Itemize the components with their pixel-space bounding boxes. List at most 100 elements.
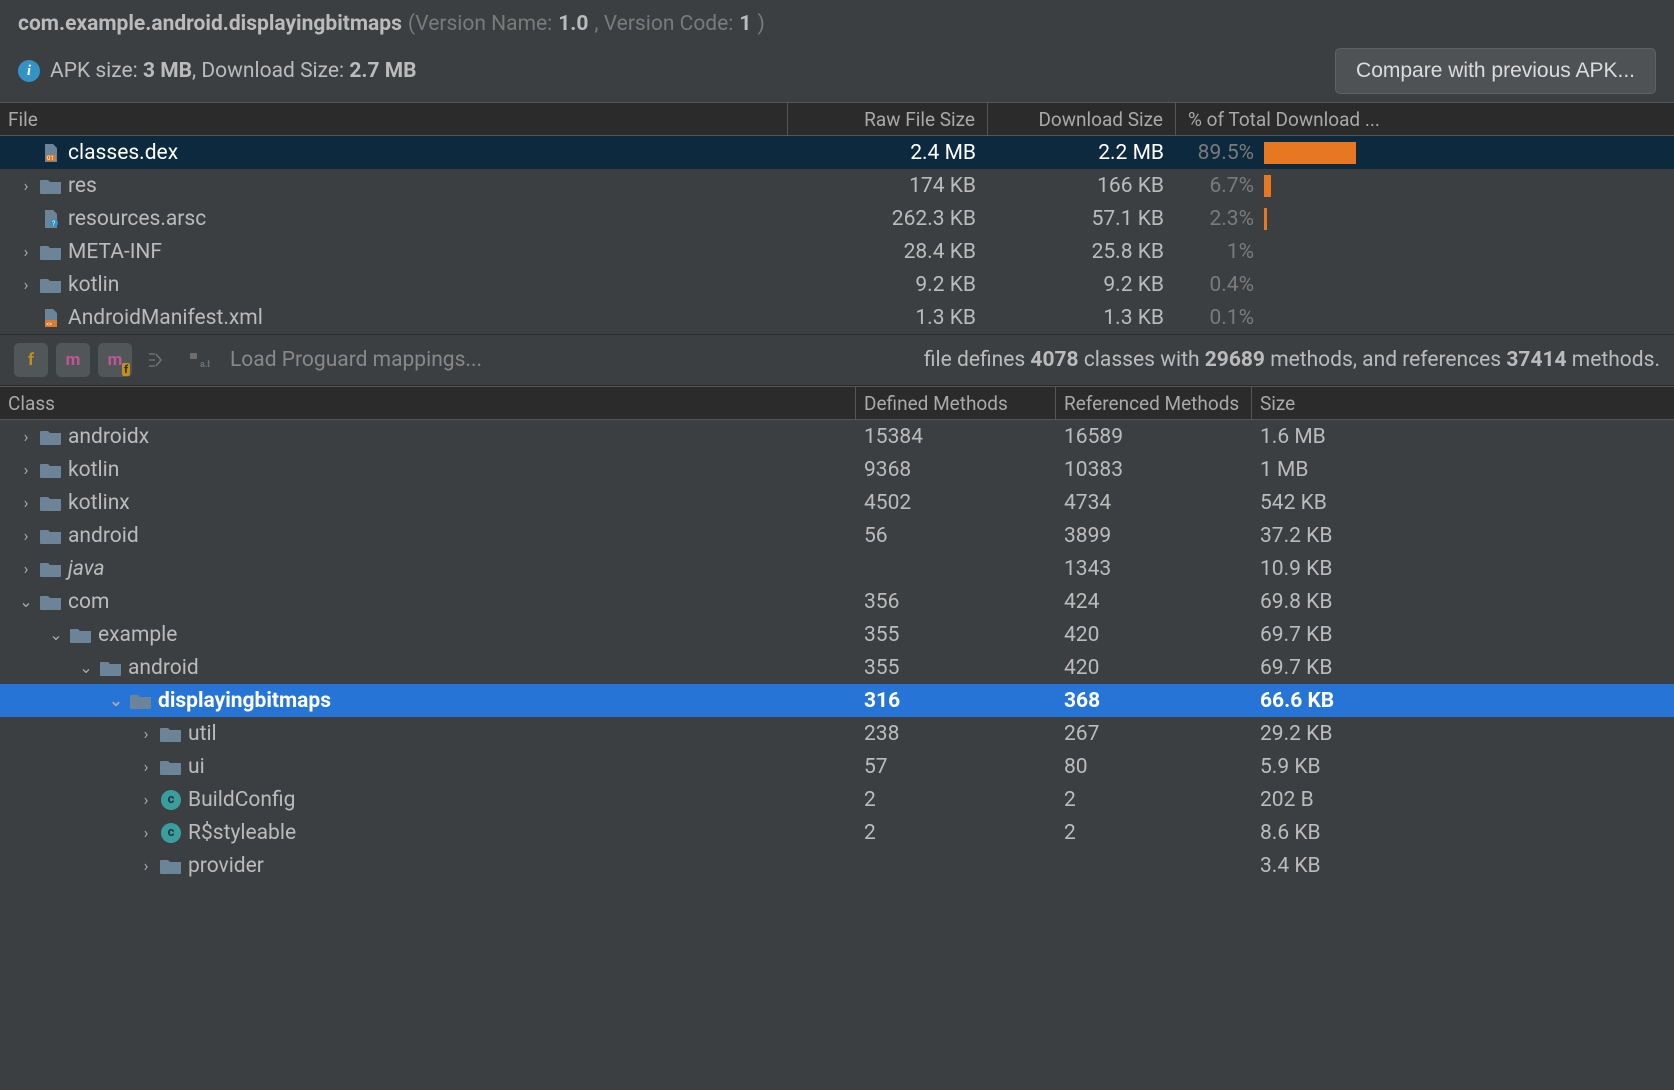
- file-header-file[interactable]: File: [0, 103, 788, 135]
- class-row[interactable]: ›android56389937.2 KB: [0, 519, 1674, 552]
- class-row[interactable]: ›provider3.4 KB: [0, 849, 1674, 882]
- chevron-icon[interactable]: ⌄: [18, 592, 34, 611]
- dex-refs: 37414: [1506, 348, 1566, 372]
- file-pct-bar: [1264, 241, 1356, 263]
- version-code-label: , Version Code:: [594, 12, 733, 36]
- file-pct-bar: [1264, 175, 1356, 197]
- chevron-icon[interactable]: ›: [138, 757, 154, 776]
- class-row[interactable]: ›kotlin9368103831 MB: [0, 453, 1674, 486]
- dex-toolbar: f m mf a.b Load Proguard mappings... fil…: [0, 334, 1674, 386]
- class-defined-methods: 15384: [856, 425, 1056, 449]
- class-row[interactable]: ⌄example35542069.7 KB: [0, 618, 1674, 651]
- class-size: 29.2 KB: [1252, 722, 1674, 746]
- dex-mid2: methods, and references: [1265, 348, 1506, 372]
- class-name: java: [68, 557, 105, 581]
- file-pct-num: 0.4%: [1184, 273, 1254, 297]
- class-row[interactable]: ⌄android35542069.7 KB: [0, 651, 1674, 684]
- chevron-icon[interactable]: ›: [138, 790, 154, 809]
- package-icon: [40, 493, 62, 513]
- load-proguard-link[interactable]: Load Proguard mappings...: [230, 348, 482, 372]
- class-defined-methods: 355: [856, 623, 1056, 647]
- package-icon: [160, 757, 182, 777]
- file-table-header: File Raw File Size Download Size % of To…: [0, 102, 1674, 136]
- class-referenced-methods: 2: [1056, 788, 1252, 812]
- file-pct: 6.7%: [1176, 174, 1674, 198]
- class-header-size[interactable]: Size: [1252, 387, 1674, 419]
- compare-apk-button[interactable]: Compare with previous APK...: [1335, 48, 1656, 94]
- class-row[interactable]: ›ui57805.9 KB: [0, 750, 1674, 783]
- class-name: kotlinx: [68, 491, 130, 515]
- size-text: APK size: 3 MB, Download Size: 2.7 MB: [50, 59, 417, 83]
- class-name: displayingbitmaps: [158, 689, 331, 713]
- class-row[interactable]: ›java134310.9 KB: [0, 552, 1674, 585]
- class-size: 8.6 KB: [1252, 821, 1674, 845]
- chevron-icon[interactable]: ›: [138, 856, 154, 875]
- class-row[interactable]: ›kotlinx45024734542 KB: [0, 486, 1674, 519]
- class-size: 69.7 KB: [1252, 656, 1674, 680]
- class-referenced-methods: 4734: [1056, 491, 1252, 515]
- file-pct-num: 89.5%: [1184, 141, 1254, 165]
- file-header-pct[interactable]: % of Total Download ...: [1176, 103, 1674, 135]
- file-row[interactable]: ›kotlin9.2 KB9.2 KB0.4%: [0, 268, 1674, 301]
- class-name: androidx: [68, 425, 149, 449]
- file-row[interactable]: ›META-INF28.4 KB25.8 KB1%: [0, 235, 1674, 268]
- file-name: classes.dex: [68, 141, 178, 165]
- file-row[interactable]: ›?resources.arsc262.3 KB57.1 KB2.3%: [0, 202, 1674, 235]
- chevron-icon[interactable]: ›: [18, 176, 34, 195]
- chevron-icon[interactable]: ›: [18, 526, 34, 545]
- version-code: 1: [739, 12, 751, 36]
- file-row[interactable]: ›res174 KB166 KB6.7%: [0, 169, 1674, 202]
- package-icon: [100, 658, 122, 678]
- file-name: resources.arsc: [68, 207, 206, 231]
- chevron-icon[interactable]: ›: [138, 823, 154, 842]
- chevron-icon[interactable]: ⌄: [108, 691, 124, 710]
- tree-expand-button[interactable]: [140, 343, 174, 377]
- chevron-icon[interactable]: ›: [138, 724, 154, 743]
- class-defined-methods: 2: [856, 821, 1056, 845]
- file-pct: 89.5%: [1176, 141, 1674, 165]
- version-name: 1.0: [558, 12, 588, 36]
- class-size: 202 B: [1252, 788, 1674, 812]
- class-referenced-methods: 368: [1056, 689, 1252, 713]
- file-pct: 2.3%: [1176, 207, 1674, 231]
- chevron-icon[interactable]: ⌄: [48, 625, 64, 644]
- file-name: META-INF: [68, 240, 162, 264]
- class-referenced-methods: 3899: [1056, 524, 1252, 548]
- filter-method-fields-button[interactable]: mf: [98, 343, 132, 377]
- class-size: 69.8 KB: [1252, 590, 1674, 614]
- class-row[interactable]: ⌄displayingbitmaps31636866.6 KB: [0, 684, 1674, 717]
- filter-fields-button[interactable]: f: [14, 343, 48, 377]
- version-open: (Version Name:: [408, 12, 552, 36]
- folder-icon: [40, 176, 62, 196]
- file-header-dl[interactable]: Download Size: [988, 103, 1176, 135]
- class-size: 1.6 MB: [1252, 425, 1674, 449]
- file-header-raw[interactable]: Raw File Size: [788, 103, 988, 135]
- svg-text:01: 01: [47, 155, 54, 162]
- file-row[interactable]: ›01classes.dex2.4 MB2.2 MB89.5%: [0, 136, 1674, 169]
- chevron-icon[interactable]: ›: [18, 275, 34, 294]
- package-icon: [40, 526, 62, 546]
- class-row[interactable]: ⌄com35642469.8 KB: [0, 585, 1674, 618]
- chevron-icon[interactable]: ⌄: [78, 658, 94, 677]
- file-raw-size: 1.3 KB: [788, 306, 988, 330]
- chevron-icon[interactable]: ›: [18, 242, 34, 261]
- chevron-icon[interactable]: ›: [18, 559, 34, 578]
- file-row[interactable]: ›<>AndroidManifest.xml1.3 KB1.3 KB0.1%: [0, 301, 1674, 334]
- class-header-def[interactable]: Defined Methods: [856, 387, 1056, 419]
- chevron-icon[interactable]: ›: [18, 493, 34, 512]
- class-icon: c: [160, 790, 182, 810]
- file-pct-num: 1%: [1184, 240, 1254, 264]
- class-row[interactable]: ›util23826729.2 KB: [0, 717, 1674, 750]
- file-raw-size: 262.3 KB: [788, 207, 988, 231]
- chevron-icon[interactable]: ›: [18, 460, 34, 479]
- svg-text:<>: <>: [46, 321, 52, 328]
- filter-methods-button[interactable]: m: [56, 343, 90, 377]
- class-row[interactable]: ›cR$styleable228.6 KB: [0, 816, 1674, 849]
- class-row[interactable]: ›androidx15384165891.6 MB: [0, 420, 1674, 453]
- abbrev-toggle-button[interactable]: a.b: [182, 343, 216, 377]
- class-row[interactable]: ›cBuildConfig22202 B: [0, 783, 1674, 816]
- file-pct-bar: [1264, 307, 1356, 329]
- class-header-ref[interactable]: Referenced Methods: [1056, 387, 1252, 419]
- chevron-icon[interactable]: ›: [18, 427, 34, 446]
- class-header-class[interactable]: Class: [0, 387, 856, 419]
